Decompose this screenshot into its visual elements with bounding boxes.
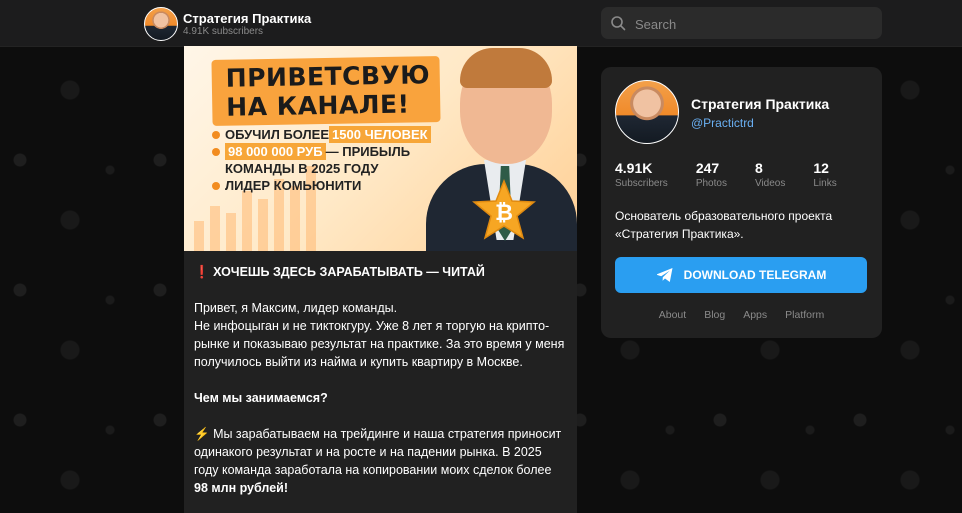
post-image[interactable]: ПРИВЕТСВУЮ НА КАНАЛЕ! ОБУЧИЛ БОЛЕЕ 1500 … bbox=[184, 46, 577, 251]
bitcoin-star-icon: ₿ bbox=[472, 178, 536, 240]
headline-line-2: НА КАНАЛЕ! bbox=[226, 89, 410, 122]
svg-text:₿: ₿ bbox=[495, 201, 513, 226]
channel-description: Основатель образовательного проекта «Стр… bbox=[615, 209, 833, 241]
link-about[interactable]: About bbox=[659, 309, 686, 321]
telegram-icon bbox=[656, 268, 673, 282]
headline-line-1: ПРИВЕТСВУЮ bbox=[225, 60, 431, 93]
channel-avatar[interactable] bbox=[144, 7, 178, 41]
channel-handle[interactable]: @Practictrd bbox=[691, 116, 754, 130]
channel-title[interactable]: Стратегия Практика bbox=[183, 11, 311, 26]
post-paragraph-intro: Привет, я Максим, лидер команды. Не инфоц… bbox=[194, 301, 565, 369]
footer-links: About Blog Apps Platform bbox=[601, 309, 882, 321]
download-telegram-button[interactable]: DOWNLOAD TELEGRAM bbox=[615, 257, 867, 293]
post-text: ❗ ХОЧЕШЬ ЗДЕСЬ ЗАРАБАТЫВАТЬ — ЧИТАЙ Прив… bbox=[184, 251, 577, 497]
link-platform[interactable]: Platform bbox=[785, 309, 824, 321]
stat-photos[interactable]: 247 Photos bbox=[696, 160, 727, 192]
banner-bullet: ЛИДЕР КОМЬЮНИТИ bbox=[212, 177, 452, 194]
post-section-title: Чем мы занимаемся? bbox=[194, 391, 328, 405]
search-input[interactable] bbox=[633, 7, 877, 41]
channel-name: Стратегия Практика bbox=[691, 96, 830, 112]
banner-bullet: 98 000 000 РУБ — ПРИБЫЛЬ bbox=[212, 143, 452, 160]
banner-bullet: ОБУЧИЛ БОЛЕЕ 1500 ЧЕЛОВЕК bbox=[212, 126, 452, 143]
top-bar: Стратегия Практика 4.91K subscribers bbox=[0, 0, 962, 47]
channel-stats: 4.91K Subscribers 247 Photos 8 Videos 12… bbox=[615, 160, 865, 192]
search-icon bbox=[611, 16, 626, 31]
stat-links[interactable]: 12 Links bbox=[813, 160, 836, 192]
link-apps[interactable]: Apps bbox=[743, 309, 767, 321]
banner-bullets: ОБУЧИЛ БОЛЕЕ 1500 ЧЕЛОВЕК 98 000 000 РУБ… bbox=[212, 126, 452, 194]
subscriber-count: 4.91K subscribers bbox=[183, 26, 264, 37]
channel-avatar-large bbox=[615, 80, 679, 144]
post-paragraph-results: ⚡ Мы зарабатываем на трейдинге и наша ст… bbox=[194, 427, 562, 495]
stat-subscribers: 4.91K Subscribers bbox=[615, 160, 668, 189]
post-heading: ❗ ХОЧЕШЬ ЗДЕСЬ ЗАРАБАТЫВАТЬ — ЧИТАЙ bbox=[194, 265, 485, 279]
download-label: DOWNLOAD TELEGRAM bbox=[683, 268, 827, 282]
banner-headline: ПРИВЕТСВУЮ НА КАНАЛЕ! bbox=[211, 56, 441, 126]
banner-bullet: КОМАНДЫ В 2025 ГОДУ bbox=[225, 161, 379, 176]
lightning-icon: ⚡ bbox=[194, 427, 210, 441]
channel-post: ПРИВЕТСВУЮ НА КАНАЛЕ! ОБУЧИЛ БОЛЕЕ 1500 … bbox=[184, 46, 577, 513]
link-blog[interactable]: Blog bbox=[704, 309, 725, 321]
channel-info-card: Стратегия Практика @Practictrd 4.91K Sub… bbox=[601, 67, 882, 338]
search-box[interactable] bbox=[601, 7, 882, 41]
stat-videos[interactable]: 8 Videos bbox=[755, 160, 785, 192]
